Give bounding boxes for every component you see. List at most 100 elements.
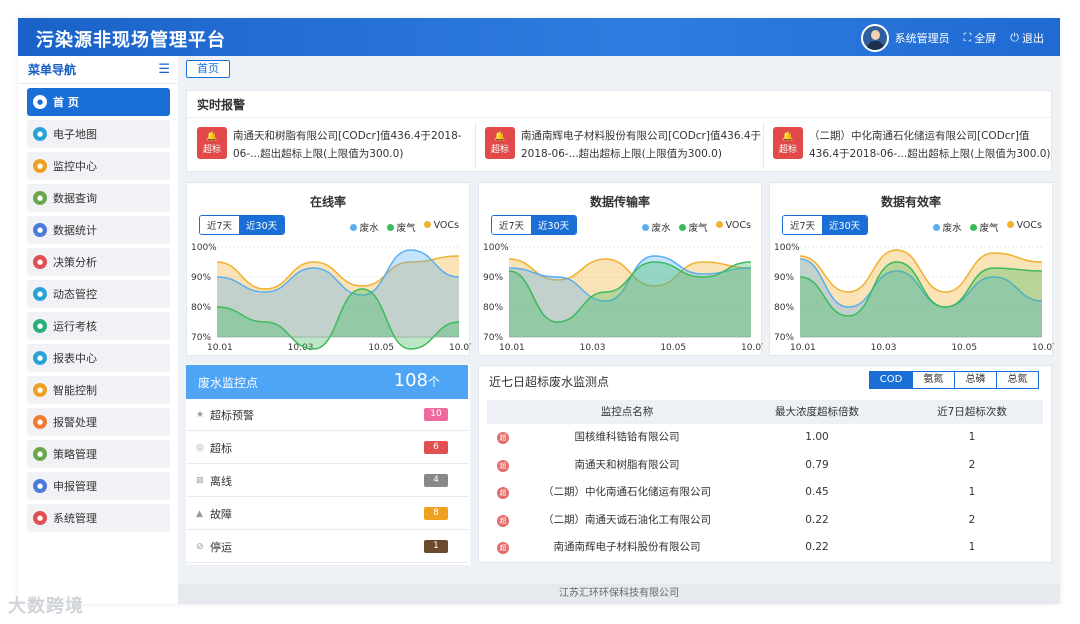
table-row[interactable]: 超 （二期）中化南通石化储运有限公司 0.45 1 (487, 479, 1043, 506)
sidebar-item-8[interactable]: ● 报表中心 (27, 344, 170, 372)
declare-icon: ● (33, 479, 47, 493)
wastewater-row[interactable]: ⊠ 离线 4 (186, 465, 468, 497)
smart-icon: ● (33, 383, 47, 397)
legend-item[interactable]: 废水 (641, 220, 671, 234)
cell-ratio: 0.79 (805, 458, 829, 471)
legend-item[interactable]: 废水 (349, 220, 379, 234)
overstandard-mark-icon: 超 (497, 514, 509, 527)
y-tick-label: 70% (483, 333, 503, 343)
cell-times: 1 (968, 541, 976, 553)
sidebar-item-0[interactable]: ● 首 页 (27, 88, 170, 116)
sidebar-item-10[interactable]: ● 报警处理 (27, 408, 170, 436)
sidebar-item-13[interactable]: ● 系统管理 (27, 504, 170, 532)
tab-7-days[interactable]: 近7天 (492, 216, 532, 234)
sidebar-item-5[interactable]: ● 决策分析 (27, 248, 170, 276)
legend-item[interactable]: VOCs (423, 220, 459, 234)
cell-ratio: 0.22 (805, 513, 829, 526)
query-icon: ● (33, 191, 47, 205)
sidebar-item-2[interactable]: ● 监控中心 (27, 152, 170, 180)
wastewater-row[interactable]: ⊘ 停运 1 (186, 531, 468, 563)
alarm-badge: 🔔 超标 (773, 127, 803, 159)
col-times: 近7日超标次数 (937, 406, 1007, 418)
sidebar-item-6[interactable]: ● 动态管控 (27, 280, 170, 308)
tab-30-days[interactable]: 近30天 (239, 216, 285, 234)
wastewater-row[interactable]: ◎ 超标 6 (186, 432, 468, 464)
sidebar-item-12[interactable]: ● 申报管理 (27, 472, 170, 500)
legend-item[interactable]: 废气 (386, 220, 416, 234)
sidebar-item-label: 数据查询 (53, 192, 97, 205)
pollutant-tabs: COD 氨氮 总磷 总氮 (869, 371, 1039, 389)
tab-30-days[interactable]: 近30天 (531, 216, 577, 234)
sidebar-item-7[interactable]: ● 运行考核 (27, 312, 170, 340)
tab-7-days[interactable]: 近7天 (200, 216, 240, 234)
sidebar-item-label: 智能控制 (53, 384, 97, 397)
overstandard-mark-icon: 超 (497, 542, 509, 554)
table-row[interactable]: 超 国核维科锆铪有限公司 1.00 1 (487, 424, 1043, 451)
wastewater-row[interactable]: ★ 超标预警 10 (186, 399, 468, 431)
sidebar-item-11[interactable]: ● 策略管理 (27, 440, 170, 468)
row-count-badge: 6 (424, 441, 448, 454)
x-tick-label: 10.01 (790, 343, 816, 353)
cell-ratio: 1.00 (805, 431, 829, 443)
user-name[interactable]: 系统管理员 (895, 30, 950, 46)
x-tick-label: 10.05 (951, 343, 977, 353)
alarm-item[interactable]: 🔔 超标 南通天和树脂有限公司[CODcr]值436.4于2018-06-...超出… (197, 127, 477, 167)
logout-button[interactable]: ⏻ 退出 (1010, 30, 1044, 46)
sidebar-item-label: 电子地图 (53, 128, 97, 141)
fullscreen-button[interactable]: ⛶ 全屏 (964, 30, 997, 46)
breadcrumb[interactable]: 首页 (186, 60, 230, 78)
tab-pollutant-1[interactable]: 氨氮 (912, 372, 954, 388)
sidebar: 菜单导航 ☰ ● 首 页 ● 电子地图 ● 监控中心 ● 数据查询 ● 数据统计 ● 决策分析 ● 动态管… (18, 56, 178, 604)
legend-item[interactable]: 废水 (932, 220, 962, 234)
strategy-icon: ● (33, 447, 47, 461)
table-row[interactable]: 超 南通天和树脂有限公司 0.79 2 (487, 452, 1043, 479)
cell-name: 国核维科锆铪有限公司 (574, 431, 680, 443)
legend-item[interactable]: 废气 (678, 220, 708, 234)
x-tick-label: 10.07 (741, 343, 763, 353)
tab-7-days[interactable]: 近7天 (783, 216, 823, 234)
col-ratio: 最大浓度超标倍数 (775, 406, 859, 418)
sidebar-item-1[interactable]: ● 电子地图 (27, 120, 170, 148)
sidebar-item-3[interactable]: ● 数据查询 (27, 184, 170, 212)
collapse-menu-icon[interactable]: ☰ (158, 56, 170, 84)
wastewater-row[interactable]: ▲ 故障 8 (186, 498, 468, 530)
y-tick-label: 100% (191, 243, 217, 253)
report-icon: ● (33, 351, 47, 365)
bell-icon: 🔔 (206, 131, 218, 142)
y-tick-label: 90% (774, 273, 794, 283)
footer: 江苏汇环环保科技有限公司 (178, 584, 1060, 604)
legend-item[interactable]: 废气 (969, 220, 999, 234)
y-tick-label: 80% (774, 303, 794, 313)
chart-plot: 100% 90% 80% 70%10.01 10.03 10.05 10.07 (483, 243, 763, 353)
x-tick-label: 10.03 (580, 343, 606, 353)
legend-item[interactable]: VOCs (715, 220, 751, 234)
monitor-icon: ● (33, 159, 47, 173)
tab-pollutant-2[interactable]: 总磷 (954, 372, 996, 388)
sidebar-item-4[interactable]: ● 数据统计 (27, 216, 170, 244)
cell-times: 1 (968, 431, 976, 443)
y-tick-label: 90% (483, 273, 503, 283)
col-name: 监控点名称 (600, 406, 654, 418)
range-toggle: 近7天 近30天 (782, 215, 869, 235)
alarm-item[interactable]: 🔔 超标 （二期）中化南通石化储运有限公司[CODcr]值436.4于2018-06… (773, 127, 1053, 167)
alarm-text: 南通南辉电子材料股份有限公司[CODcr]值436.4于2018-06-...超… (521, 130, 762, 160)
row-count-badge: 1 (424, 540, 448, 553)
chart-title: 在线率 (309, 195, 346, 209)
row-label: 停运 (210, 540, 232, 554)
overstandard-mark-icon: 超 (497, 487, 509, 499)
sidebar-title: 菜单导航 (28, 63, 77, 77)
tab-pollutant-3[interactable]: 总氮 (996, 372, 1038, 388)
sidebar-item-9[interactable]: ● 智能控制 (27, 376, 170, 404)
legend-item[interactable]: VOCs (1006, 220, 1042, 234)
wastewater-header[interactable]: 废水监控点 108个 (186, 365, 468, 399)
table-row[interactable]: 超 南通南辉电子材料股份有限公司 0.22 1 (487, 534, 1043, 561)
avatar[interactable] (860, 24, 889, 52)
x-tick-label: 10.01 (499, 343, 525, 353)
row-label: 超标预警 (210, 408, 254, 422)
alarm-item[interactable]: 🔔 超标 南通南辉电子材料股份有限公司[CODcr]值436.4于2018-06-.… (485, 127, 765, 167)
chart-legend: 废水 废气 VOCs (349, 220, 459, 234)
tab-pollutant-0[interactable]: COD (870, 372, 912, 388)
table-row[interactable]: 超 （二期）南通天诚石油化工有限公司 0.22 2 (487, 507, 1043, 534)
sidebar-item-label: 策略管理 (53, 448, 97, 461)
tab-30-days[interactable]: 近30天 (822, 216, 868, 234)
